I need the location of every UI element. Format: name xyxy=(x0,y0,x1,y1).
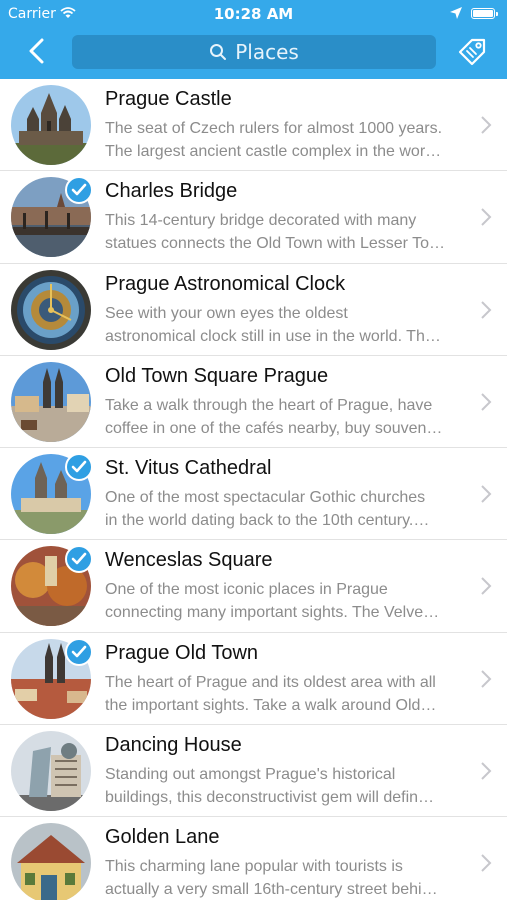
description-line-1: See with your own eyes the oldest xyxy=(105,304,348,322)
place-description: The seat of Czech rulers for almost 1000… xyxy=(105,117,470,163)
list-item[interactable]: Golden Lane This charming lane popular w… xyxy=(0,817,507,900)
place-thumbnail xyxy=(11,823,91,900)
clock: 10:28 AM xyxy=(213,5,294,23)
description-line-1: The heart of Prague and its oldest area … xyxy=(105,673,436,691)
search-label: Places xyxy=(235,40,299,64)
status-bar: Carrier 10:28 AM xyxy=(0,0,507,28)
list-item[interactable]: St. Vitus Cathedral One of the most spec… xyxy=(0,448,507,541)
visited-checkmark xyxy=(65,545,93,574)
checkmark-icon xyxy=(71,460,87,473)
chevron-right-icon xyxy=(481,670,492,688)
description-line-1: Take a walk through the heart of Prague,… xyxy=(105,396,433,414)
place-thumbnail xyxy=(11,85,91,165)
place-description: The heart of Prague and its oldest area … xyxy=(105,671,470,717)
description-line-2: actually a very small 16th-century stree… xyxy=(105,881,438,899)
place-title: Prague Old Town xyxy=(105,641,259,664)
description-line-2: the important sights. Take a walk around… xyxy=(105,696,437,714)
places-list: Prague Castle The seat of Czech rulers f… xyxy=(0,79,507,900)
chevron-right-icon xyxy=(481,393,492,411)
place-thumbnail xyxy=(11,361,91,442)
list-item[interactable]: Prague Astronomical Clock See with your … xyxy=(0,264,507,356)
location-arrow-icon xyxy=(450,7,462,19)
search-icon xyxy=(210,44,227,60)
chevron-right-icon xyxy=(481,208,492,227)
place-description: This 14-century bridge decorated with ma… xyxy=(105,209,470,255)
place-description: Standing out amongst Prague's historical… xyxy=(105,763,470,809)
place-thumbnail xyxy=(11,731,91,812)
visited-checkmark xyxy=(65,176,93,205)
chevron-right-icon xyxy=(481,116,492,134)
list-item[interactable]: Dancing House Standing out amongst Pragu… xyxy=(0,725,507,818)
place-title: Golden Lane xyxy=(105,826,220,849)
description-line-1: One of the most spectacular Gothic churc… xyxy=(105,489,426,507)
list-item[interactable]: Charles Bridge This 14-century bridge de… xyxy=(0,171,507,264)
chevron-left-icon[interactable] xyxy=(26,38,48,64)
description-line-2: statues connects the Old Town with Lesse… xyxy=(105,235,446,253)
description-line-2: The largest ancient castle complex in th… xyxy=(105,143,442,160)
place-description: One of the most iconic places in Prague … xyxy=(105,578,470,624)
description-line-2: astronomical clock still in use in the w… xyxy=(105,327,441,345)
checkmark-icon xyxy=(71,645,87,658)
place-title: Wenceslas Square xyxy=(105,549,273,572)
description-line-2: in the world dating back to the 10th cen… xyxy=(105,512,430,530)
search-field[interactable]: Places xyxy=(72,35,436,69)
description-line-2: connecting many important sights. The Ve… xyxy=(105,604,440,622)
chevron-right-icon xyxy=(481,485,492,503)
checkmark-icon xyxy=(71,553,87,565)
nav-header: Carrier 10:28 AM Places xyxy=(0,0,507,79)
place-description: This charming lane popular with tourists… xyxy=(105,855,470,900)
visited-checkmark xyxy=(65,453,93,482)
chevron-right-icon xyxy=(481,300,492,319)
checkmark-icon xyxy=(71,183,87,196)
chevron-right-icon xyxy=(481,762,492,780)
description-line-1: This 14-century bridge decorated with ma… xyxy=(105,212,417,230)
description-line-2: coffee in one of the cafés nearby, buy s… xyxy=(105,419,443,437)
description-line-1: This charming lane popular with tourists… xyxy=(105,858,403,876)
place-description: See with your own eyes the oldest astron… xyxy=(105,302,470,348)
place-thumbnail xyxy=(11,269,91,350)
place-description: One of the most spectacular Gothic churc… xyxy=(105,486,470,532)
place-title: Charles Bridge xyxy=(105,180,238,203)
tag-icon[interactable] xyxy=(456,38,488,66)
list-item[interactable]: Prague Castle The seat of Czech rulers f… xyxy=(0,79,507,172)
chevron-right-icon xyxy=(481,577,492,596)
chevron-right-icon xyxy=(481,854,492,873)
place-title: Dancing House xyxy=(105,734,242,757)
list-item[interactable]: Old Town Square Prague Take a walk throu… xyxy=(0,356,507,449)
description-line-2: buildings, this deconstructivist gem wil… xyxy=(105,789,435,807)
place-title: Old Town Square Prague xyxy=(105,364,329,387)
place-title: St. Vitus Cathedral xyxy=(105,457,272,480)
description-line-1: Standing out amongst Prague's historical xyxy=(105,766,396,784)
list-item[interactable]: Prague Old Town The heart of Prague and … xyxy=(0,633,507,726)
visited-checkmark xyxy=(65,637,93,666)
place-title: Prague Astronomical Clock xyxy=(105,272,346,295)
place-description: Take a walk through the heart of Prague,… xyxy=(105,394,470,440)
description-line-1: The seat of Czech rulers for almost 1000… xyxy=(105,120,443,137)
list-item[interactable]: Wenceslas Square One of the most iconic … xyxy=(0,540,507,633)
battery-icon xyxy=(471,8,498,19)
place-title: Prague Castle xyxy=(105,88,232,110)
description-line-1: One of the most iconic places in Prague xyxy=(105,581,388,599)
